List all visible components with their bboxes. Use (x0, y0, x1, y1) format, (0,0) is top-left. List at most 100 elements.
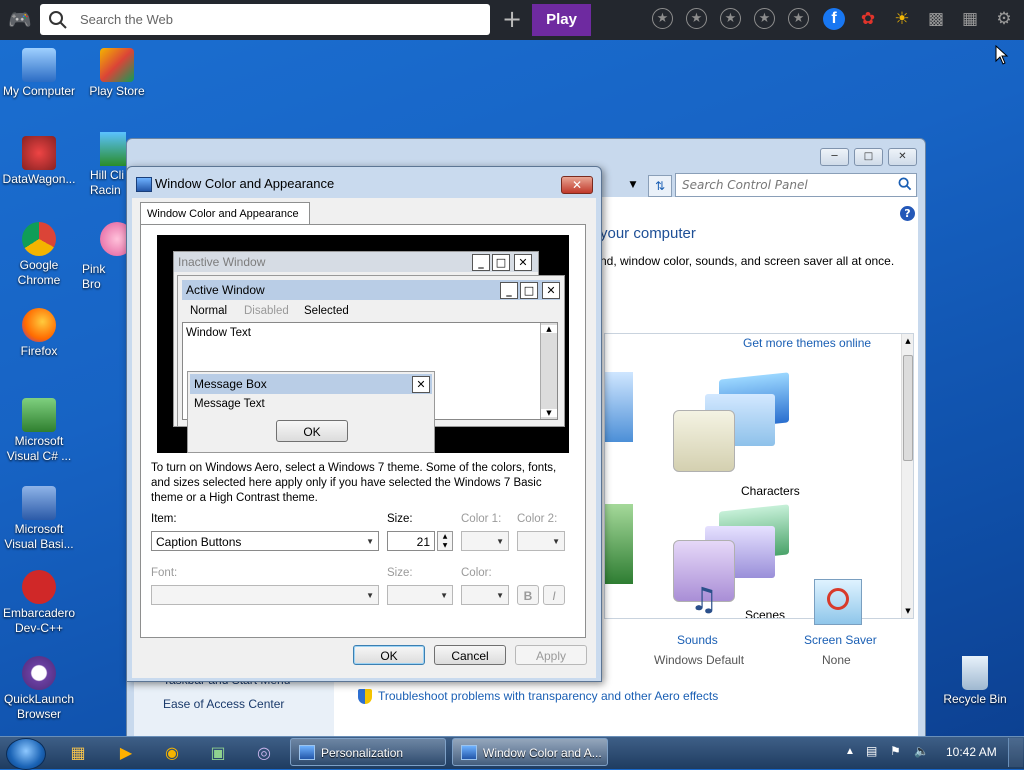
dev-cpp-icon (22, 570, 56, 604)
sounds-setting[interactable]: ♫ (674, 579, 734, 619)
ok-button[interactable]: OK (353, 645, 425, 665)
web-search-input[interactable]: Search the Web (40, 4, 490, 35)
item-label: Item: (151, 513, 177, 525)
minimize-icon: _ (500, 282, 518, 299)
weather-icon[interactable]: ☀ (891, 8, 913, 30)
desktop-icon-datawagon[interactable]: DataWagon... (0, 136, 80, 187)
facebook-icon[interactable]: f (823, 8, 845, 30)
minimize-icon: _ (472, 254, 490, 271)
size-input[interactable]: 21 (387, 531, 435, 551)
screen-saver-link[interactable]: Screen Saver (804, 633, 877, 647)
font-color-select[interactable]: ▼ (461, 585, 509, 605)
desktop-icon-dev-cpp[interactable]: Embarcadero Dev-C++ (0, 570, 80, 636)
chrome-icon[interactable]: ◉ (152, 740, 192, 766)
desktop-icon-chrome[interactable]: Google Chrome (0, 222, 80, 288)
gamepad-icon[interactable]: 🎮 (8, 8, 32, 32)
visual-csharp-icon (22, 398, 56, 432)
search-placeholder: Search the Web (80, 12, 173, 27)
theme-characters[interactable] (673, 372, 789, 478)
theme-thumbnail[interactable] (605, 504, 633, 584)
chevron-down-icon: ▼ (552, 537, 560, 546)
star-icon[interactable]: ★ (788, 8, 810, 30)
size-label: Size: (387, 513, 413, 525)
tray-expand-icon[interactable]: ▲ (845, 746, 855, 757)
visual-studio-icon[interactable]: ▣ (198, 740, 238, 766)
chrome-icon (22, 222, 56, 256)
media-player-icon[interactable]: ▶ (106, 740, 146, 766)
desktop-icon-quicklaunch[interactable]: QuickLaunch Browser (0, 656, 80, 722)
music-notes-icon: ♫ (689, 580, 719, 618)
network-icon[interactable]: ▤ (866, 744, 877, 758)
star-icon[interactable]: ★ (754, 8, 776, 30)
computer-icon (22, 48, 56, 82)
theme-thumbnail[interactable] (605, 372, 633, 442)
screen-saver-value: None (822, 653, 851, 667)
font-label: Font: (151, 567, 178, 579)
folder-icon[interactable]: ▩ (925, 8, 947, 30)
star-icon[interactable]: ★ (686, 8, 708, 30)
font-size-select[interactable]: ▼ (387, 585, 453, 605)
get-more-themes-link[interactable]: Get more themes online (743, 336, 871, 350)
close-button[interactable]: ✕ (888, 148, 917, 166)
font-select[interactable]: ▼ (151, 585, 379, 605)
clock[interactable]: 10:42 AM (946, 745, 997, 759)
maximize-button[interactable]: □ (854, 148, 883, 166)
trash-icon[interactable]: ▦ (959, 8, 981, 30)
flag-icon[interactable]: ⚑ (890, 744, 901, 758)
minimize-button[interactable]: ─ (820, 148, 849, 166)
font-color-label: Color: (461, 567, 492, 579)
address-dropdown-icon[interactable]: ▼ (624, 175, 642, 195)
chevron-down-icon: ▼ (496, 537, 504, 546)
start-button[interactable] (6, 738, 46, 770)
theme-characters-thumb (673, 410, 735, 472)
bold-button[interactable]: B (517, 585, 539, 605)
desktop-icon-my-computer[interactable]: My Computer (0, 48, 80, 99)
troubleshoot-link[interactable]: Troubleshoot problems with transparency … (378, 689, 718, 703)
quicklaunch-icon[interactable]: ◎ (244, 740, 284, 766)
volume-icon[interactable]: 🔈 (914, 744, 929, 758)
screen-saver-setting[interactable] (814, 579, 862, 625)
page-heading: your computer (600, 225, 696, 242)
desktop-icon-hill-climb[interactable]: Hill Cli Racin (86, 132, 126, 198)
apply-button[interactable]: Apply (515, 645, 587, 665)
themes-scrollbar[interactable]: ▲ ▼ (901, 334, 913, 618)
desktop-icon-visual-csharp[interactable]: Microsoft Visual C# ... (0, 398, 80, 464)
sounds-link[interactable]: Sounds (677, 633, 718, 647)
color1-select[interactable]: ▼ (461, 531, 509, 551)
refresh-icon[interactable]: ⇅ (648, 175, 672, 197)
star-icon[interactable]: ★ (720, 8, 742, 30)
gear-icon[interactable]: ⚙ (993, 8, 1015, 30)
play-button[interactable]: Play (532, 4, 591, 36)
preview-scrollbar: ▲ ▼ (540, 323, 557, 419)
window-color-appearance-dialog: Window Color and Appearance ✕ Window Col… (126, 166, 602, 682)
desktop-icon-play-store[interactable]: Play Store (76, 48, 158, 99)
message-box-ok: OK (276, 420, 348, 442)
message-box-title: Message Box (190, 374, 432, 394)
desktop-icon-pink-browser[interactable]: Pink Bro (82, 222, 126, 292)
menu-selected: Selected (304, 305, 349, 317)
cancel-button[interactable]: Cancel (434, 645, 506, 665)
tab-panel: Inactive Window _ □ ✕ Active Window _ □ … (140, 224, 586, 638)
size-spinner[interactable]: ▲ ▼ (437, 531, 453, 551)
desktop-icon-recycle-bin[interactable]: Recycle Bin (934, 656, 1016, 707)
star-icon[interactable]: ★ (652, 8, 674, 30)
desktop-icon-firefox[interactable]: Firefox (0, 308, 80, 359)
play-store-icon (100, 48, 134, 82)
explorer-icon[interactable]: ▦ (58, 740, 98, 766)
recycle-bin-icon (962, 656, 988, 690)
show-desktop-button[interactable] (1008, 738, 1023, 767)
sounds-value: Windows Default (654, 653, 745, 667)
italic-button[interactable]: I (543, 585, 565, 605)
search-control-panel-input[interactable]: Search Control Panel (675, 173, 917, 197)
menu-normal: Normal (190, 305, 228, 317)
bug-icon[interactable]: ✿ (857, 8, 879, 30)
theme-characters-label: Characters (741, 484, 800, 498)
color2-select[interactable]: ▼ (517, 531, 565, 551)
help-icon[interactable]: ? (900, 206, 915, 221)
ease-of-access-link[interactable]: Ease of Access Center (163, 697, 284, 711)
item-select[interactable]: Caption Buttons ▼ (151, 531, 379, 551)
tab-window-color-appearance[interactable]: Window Color and Appearance (140, 202, 310, 225)
desktop-icon-visual-basic[interactable]: Microsoft Visual Basi... (0, 486, 80, 552)
plus-icon[interactable]: + (500, 6, 524, 34)
close-button[interactable]: ✕ (561, 176, 593, 194)
